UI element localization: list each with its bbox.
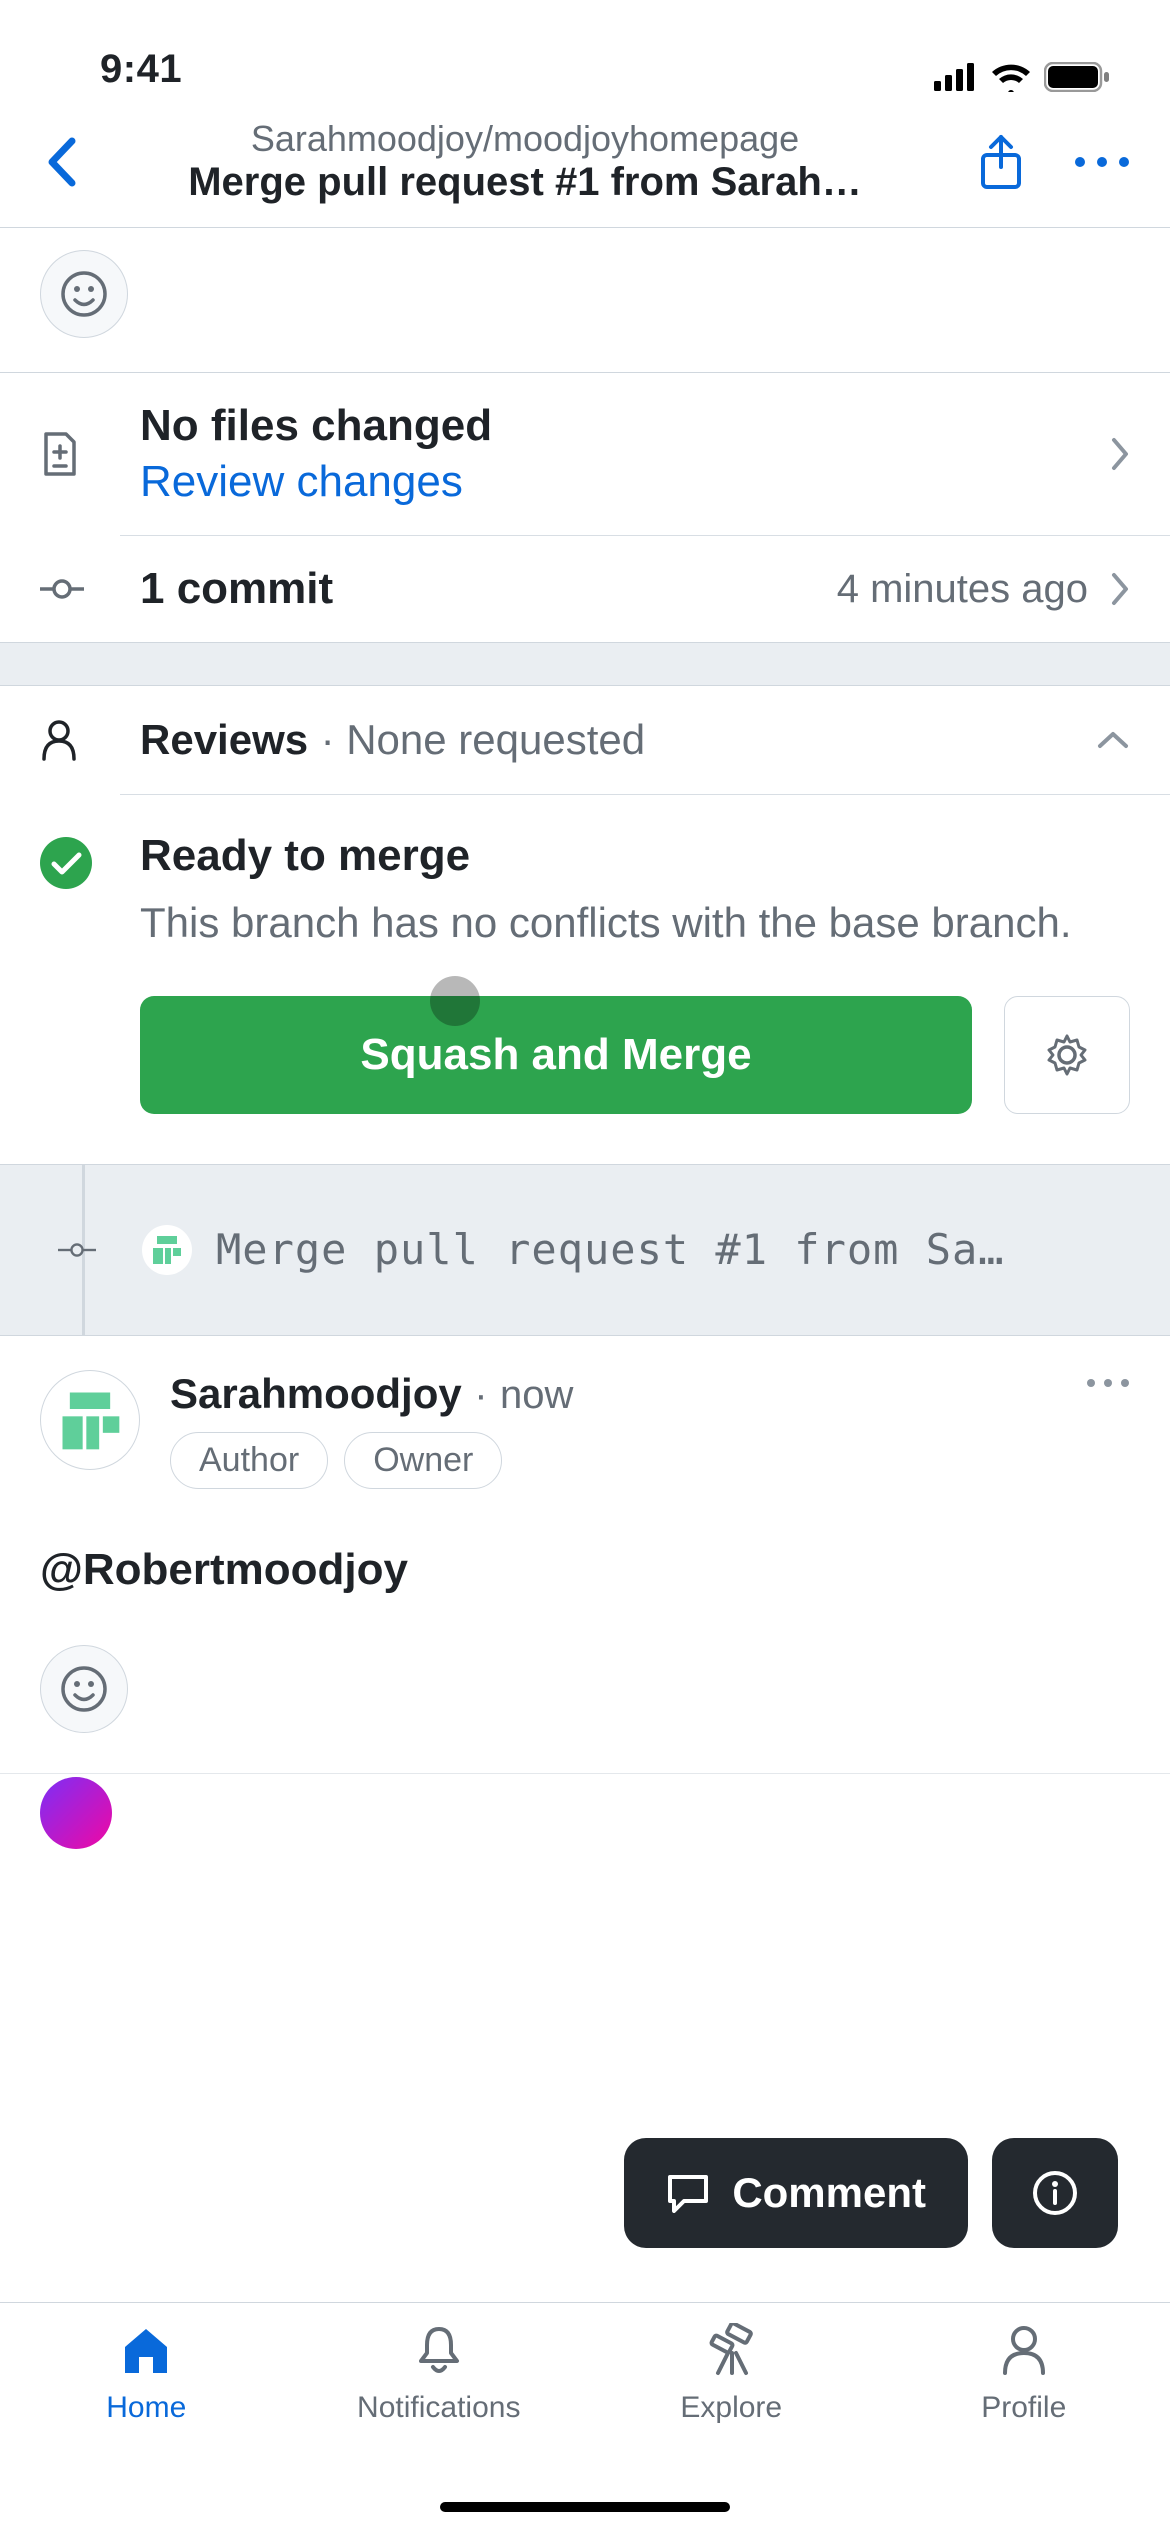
timeline-commit-row[interactable]: Merge pull request #1 from Sa… xyxy=(0,1165,1170,1335)
info-button[interactable] xyxy=(992,2138,1118,2248)
chevron-left-icon xyxy=(46,137,78,187)
check-circle-icon xyxy=(40,837,92,889)
more-horizontal-icon xyxy=(1086,1378,1130,1388)
smiley-icon xyxy=(60,270,108,318)
commit-author-avatar xyxy=(142,1225,192,1275)
add-reaction-button[interactable] xyxy=(40,250,128,338)
person-icon xyxy=(997,2323,1051,2377)
commit-icon xyxy=(58,1240,96,1260)
more-horizontal-icon xyxy=(1074,156,1130,168)
tab-bar: Home Notifications Explore Profile xyxy=(0,2302,1170,2532)
avatar-glyph-icon xyxy=(149,1232,185,1268)
share-icon xyxy=(978,133,1024,191)
tab-home[interactable]: Home xyxy=(0,2323,293,2532)
tab-profile[interactable]: Profile xyxy=(878,2323,1170,2532)
bell-icon xyxy=(412,2323,466,2377)
reviews-title: Reviews xyxy=(140,716,308,763)
commits-row[interactable]: 1 commit 4 minutes ago xyxy=(0,536,1170,642)
squash-and-merge-button[interactable]: Squash and Merge xyxy=(140,996,972,1114)
add-reaction-button[interactable] xyxy=(40,1645,128,1733)
share-button[interactable] xyxy=(978,133,1024,191)
telescope-icon xyxy=(704,2323,758,2377)
wifi-icon xyxy=(990,62,1032,92)
commits-time: 4 minutes ago xyxy=(837,567,1088,612)
tab-explore[interactable]: Explore xyxy=(585,2323,878,2532)
reviews-status: · None requested xyxy=(321,716,646,763)
files-changed-title: No files changed xyxy=(140,401,1110,451)
gear-icon xyxy=(1044,1032,1090,1078)
status-icons xyxy=(934,62,1110,92)
merge-status-description: This branch has no conflicts with the ba… xyxy=(140,895,1130,952)
comment-icon xyxy=(666,2173,710,2213)
comment-time-separator: · xyxy=(474,1373,487,1417)
chevron-right-icon xyxy=(1110,571,1130,607)
avatar xyxy=(40,1777,112,1849)
comment-button[interactable]: Comment xyxy=(624,2138,968,2248)
comment-body: @Robertmoodjoy xyxy=(40,1545,1130,1595)
home-indicator xyxy=(440,2502,730,2512)
cellular-icon xyxy=(934,63,978,91)
info-icon xyxy=(1031,2169,1079,2217)
battery-icon xyxy=(1044,62,1110,92)
chevron-up-icon xyxy=(1096,730,1130,750)
chevron-right-icon xyxy=(1110,436,1130,472)
status-time: 9:41 xyxy=(100,47,182,92)
timeline: Merge pull request #1 from Sa… xyxy=(0,1164,1170,1336)
pr-title: Merge pull request #1 from Sarah… xyxy=(92,160,958,205)
reaction-bar-top xyxy=(0,228,1170,372)
smiley-icon xyxy=(60,1665,108,1713)
next-item-peek xyxy=(0,1773,1170,1833)
timeline-commit-message: Merge pull request #1 from Sa… xyxy=(216,1225,1130,1274)
files-changed-row[interactable]: No files changed Review changes xyxy=(0,373,1170,535)
header: Sarahmoodjoy/moodjoyhomepage Merge pull … xyxy=(0,100,1170,228)
avatar-glyph-icon xyxy=(57,1387,123,1453)
owner-badge: Owner xyxy=(344,1432,502,1489)
comment-author-avatar[interactable] xyxy=(40,1370,140,1470)
review-changes-link[interactable]: Review changes xyxy=(140,457,1110,507)
commit-icon xyxy=(40,577,84,601)
header-titles: Sarahmoodjoy/moodjoyhomepage Merge pull … xyxy=(92,118,958,205)
repo-path: Sarahmoodjoy/moodjoyhomepage xyxy=(92,118,958,160)
merge-status-title: Ready to merge xyxy=(140,831,1130,881)
comment-card: Sarahmoodjoy · now Author Owner @Robertm… xyxy=(0,1336,1170,1773)
comment-author-name[interactable]: Sarahmoodjoy xyxy=(170,1370,462,1417)
tab-notifications[interactable]: Notifications xyxy=(293,2323,586,2532)
comment-time: now xyxy=(500,1373,573,1417)
person-icon xyxy=(40,719,78,761)
touch-indicator xyxy=(430,976,480,1026)
status-bar: 9:41 xyxy=(0,0,1170,100)
comment-more-button[interactable] xyxy=(1086,1370,1130,1388)
more-button[interactable] xyxy=(1074,156,1130,168)
back-button[interactable] xyxy=(32,137,92,187)
merge-settings-button[interactable] xyxy=(1004,996,1130,1114)
home-icon xyxy=(119,2323,173,2377)
reviews-row[interactable]: Reviews · None requested xyxy=(0,686,1170,794)
author-badge: Author xyxy=(170,1432,328,1489)
commits-count: 1 commit xyxy=(140,564,837,614)
file-diff-icon xyxy=(40,430,80,478)
